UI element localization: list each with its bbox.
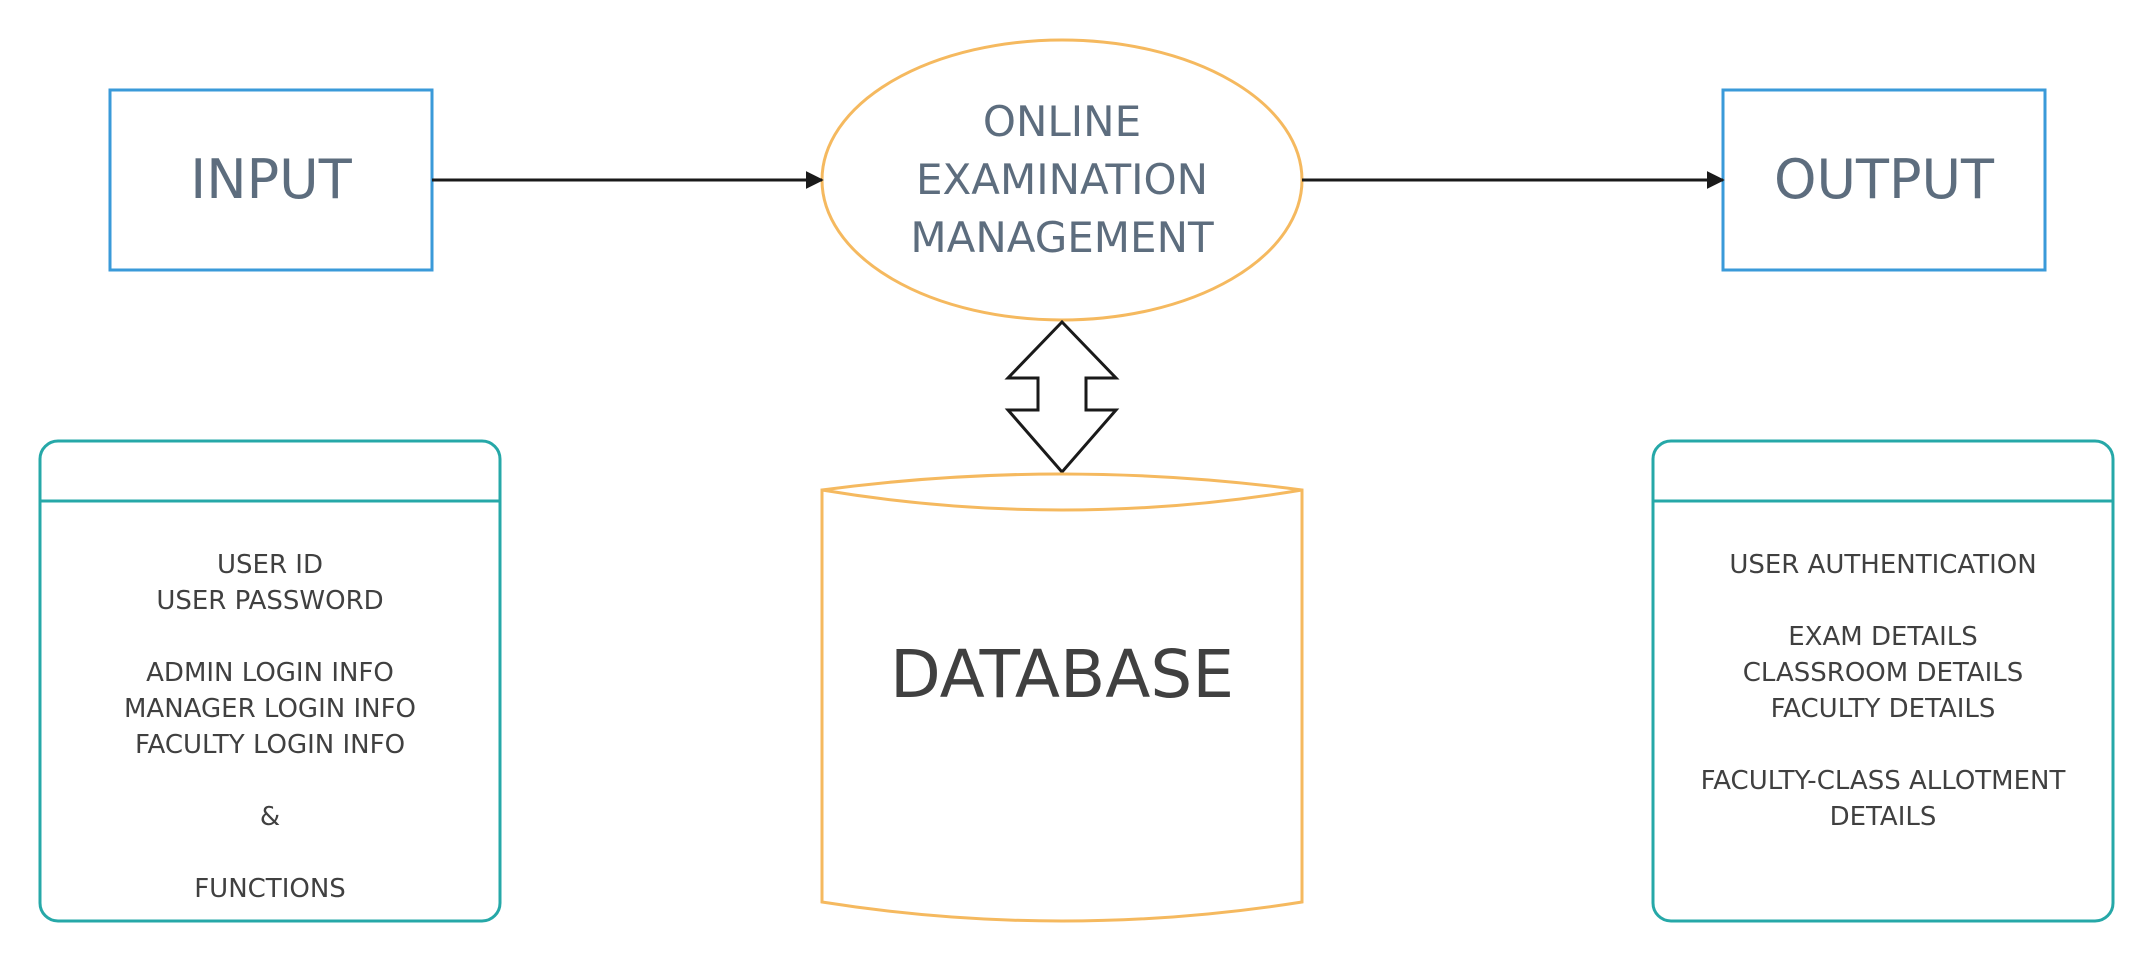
list-item-faculty-details: FACULTY DETAILS [1770, 694, 1996, 724]
list-item-user-id: USER ID [217, 550, 323, 580]
input-label: INPUT [190, 148, 352, 211]
process-label: ONLINE EXAMINATION MANAGEMENT [822, 40, 1302, 320]
list-item-manager-login: MANAGER LOGIN INFO [124, 694, 416, 724]
database-label: DATABASE [889, 636, 1235, 713]
input-details-list: USER ID USER PASSWORD ADMIN LOGIN INFO M… [40, 547, 500, 907]
list-item-user-authentication: USER AUTHENTICATION [1729, 550, 2037, 580]
list-item-allotment-line-1: FACULTY-CLASS ALLOTMENT [1700, 766, 2066, 796]
process-database-double-arrow [1004, 319, 1120, 475]
process-label-line-1: ONLINE [982, 97, 1142, 146]
list-item-exam-details: EXAM DETAILS [1788, 622, 1978, 652]
process-label-line-2: EXAMINATION [915, 155, 1209, 204]
output-details-list: USER AUTHENTICATION EXAM DETAILS CLASSRO… [1653, 547, 2113, 835]
list-item-admin-login: ADMIN LOGIN INFO [146, 658, 394, 688]
list-item-ampersand: & [259, 802, 281, 832]
list-item-allotment-line-2: DETAILS [1829, 802, 1937, 832]
list-item-functions: FUNCTIONS [194, 874, 346, 904]
list-item-faculty-login: FACULTY LOGIN INFO [134, 730, 406, 760]
database-cylinder-top-rim [821, 488, 1303, 512]
process-label-line-3: MANAGEMENT [910, 213, 1214, 262]
list-item-classroom-details: CLASSROOM DETAILS [1742, 658, 2024, 688]
list-item-user-password: USER PASSWORD [156, 586, 384, 616]
output-label: OUTPUT [1773, 148, 1995, 211]
